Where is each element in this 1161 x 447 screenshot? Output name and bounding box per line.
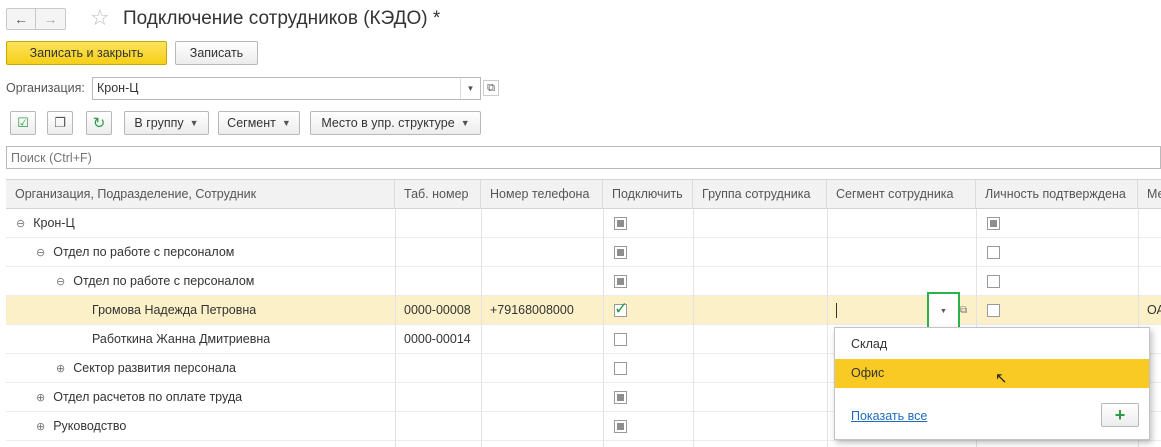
row-tab-number: 0000-00014 <box>404 332 471 346</box>
collapse-icon[interactable]: ⊖ <box>36 247 45 259</box>
segment-label: Сегмент <box>227 116 276 130</box>
chevron-down-icon: ▼ <box>460 118 470 128</box>
chevron-down-icon: ▼ <box>940 307 947 315</box>
text-cursor <box>836 303 837 318</box>
segment-dropdown-button[interactable]: ▼ <box>927 292 960 330</box>
plus-icon: + <box>1114 404 1126 425</box>
row-name: ⊕ Отдел расчетов по оплате труда <box>36 383 242 411</box>
row-name-text: Отдел по работе с персоналом <box>73 274 255 288</box>
show-all-link[interactable]: Показать все <box>851 409 927 423</box>
col-tab[interactable]: Таб. номер <box>395 180 481 209</box>
org-value: Крон-Ц <box>97 81 139 95</box>
verified-checkbox[interactable] <box>987 246 1000 259</box>
col-segment[interactable]: Сегмент сотрудника <box>827 180 976 209</box>
open-icon[interactable]: ⧉ <box>960 305 967 316</box>
add-button[interactable]: + <box>1101 403 1139 427</box>
connect-checkbox[interactable] <box>614 299 628 319</box>
col-group[interactable]: Группа сотрудника <box>693 180 827 209</box>
row-name: Громова Надежда Петровна <box>92 296 256 324</box>
to-group-button[interactable]: В группу ▼ <box>124 111 209 135</box>
arrow-left-icon: ← <box>14 11 28 27</box>
expand-icon[interactable]: ⊕ <box>36 392 45 404</box>
row-name-text: Отдел расчетов по оплате труда <box>53 390 243 404</box>
structure-place-label: Место в упр. структуре <box>321 116 455 130</box>
collapse-icon[interactable]: ⊖ <box>16 218 25 230</box>
org-label: Организация: <box>6 81 85 95</box>
table-row[interactable]: ⊖ Отдел по работе с персоналом <box>6 267 1161 296</box>
col-phone[interactable]: Номер телефона <box>481 180 603 209</box>
expand-icon[interactable]: ⊕ <box>56 363 65 375</box>
org-field[interactable]: Крон-Ц <box>92 77 481 100</box>
chevron-down-icon: ▼ <box>466 84 475 93</box>
connect-checkbox[interactable] <box>614 246 627 259</box>
col-verified[interactable]: Личность подтверждена <box>976 180 1138 209</box>
row-name-text: Крон-Ц <box>33 216 75 230</box>
row-name-text: Отдел по работе с персоналом <box>53 245 235 259</box>
to-group-label: В группу <box>134 116 184 130</box>
table-row[interactable]: ⊖ Крон-Ц <box>6 209 1161 238</box>
arrow-right-icon: → <box>43 11 58 27</box>
connect-checkbox[interactable] <box>614 217 627 230</box>
row-name: ⊖ Отдел по работе с персоналом <box>36 238 234 266</box>
row-name-text: Громова Надежда Петровна <box>92 303 257 317</box>
mouse-cursor-icon: ↖ <box>995 370 1008 387</box>
back-button[interactable]: ← <box>6 8 36 30</box>
connect-checkbox[interactable] <box>614 420 627 433</box>
check-all-icon: ☑ <box>17 115 29 130</box>
row-name: ⊕ Руководство <box>36 412 126 440</box>
structure-place-button[interactable]: Место в упр. структуре ▼ <box>310 111 481 135</box>
star-icon[interactable]: ☆ <box>90 5 110 31</box>
col-connect[interactable]: Подключить <box>603 180 693 209</box>
row-name-text: Работкина Жанна Дмитриевна <box>92 332 271 346</box>
verified-checkbox[interactable] <box>987 217 1000 230</box>
check-all-button[interactable]: ☑ <box>10 111 36 135</box>
segment-dropdown: Склад Офис ↖ Показать все + <box>834 327 1150 440</box>
segment-button[interactable]: Сегмент ▼ <box>218 111 300 135</box>
connect-checkbox[interactable] <box>614 275 627 288</box>
forward-button[interactable]: → <box>36 8 66 30</box>
refresh-icon: ↻ <box>92 115 106 132</box>
option-sklad[interactable]: Склад <box>835 330 1149 359</box>
connect-checkbox[interactable] <box>614 362 627 375</box>
org-open-button[interactable]: ⧉ <box>483 80 499 96</box>
table-row[interactable]: ⊖ Отдел по работе с персоналом <box>6 238 1161 267</box>
row-name-text: Руководство <box>53 419 127 433</box>
search-input[interactable] <box>6 146 1161 169</box>
row-tab-number: 0000-00008 <box>404 303 471 317</box>
col-org[interactable]: Организация, Подразделение, Сотрудник <box>6 180 395 209</box>
option-ofis[interactable]: Офис <box>835 359 1149 388</box>
row-name: Работкина Жанна Дмитриевна <box>92 325 270 353</box>
row-name-text: Сектор развития персонала <box>73 361 236 375</box>
row-name: ⊖ Отдел по работе с персоналом <box>56 267 254 295</box>
copy-icon: ❐ <box>54 115 66 130</box>
connect-checkbox[interactable] <box>614 333 627 346</box>
chevron-down-icon: ▼ <box>281 118 291 128</box>
save-button[interactable]: Записать <box>175 41 258 65</box>
save-close-button[interactable]: Записать и закрыть <box>6 41 167 65</box>
collapse-icon[interactable]: ⊖ <box>56 276 65 288</box>
verified-checkbox[interactable] <box>987 275 1000 288</box>
row-name: ⊕ Сектор развития персонала <box>56 354 236 382</box>
verified-checkbox[interactable] <box>987 304 1000 317</box>
page-title: Подключение сотрудников (КЭДО) * <box>123 8 441 29</box>
chevron-down-icon: ▼ <box>189 118 199 128</box>
expand-icon[interactable]: ⊕ <box>36 421 45 433</box>
row-extra: ОА <box>1147 303 1161 317</box>
row-name: ⊖ Крон-Ц <box>16 209 75 237</box>
table-header: Организация, Подразделение, Сотрудник Та… <box>6 179 1161 209</box>
row-phone: +79168008000 <box>490 303 574 317</box>
connect-checkbox[interactable] <box>614 391 627 404</box>
refresh-button[interactable]: ↻ <box>86 111 112 135</box>
open-icon: ⧉ <box>487 81 495 94</box>
org-dropdown-button[interactable]: ▼ <box>460 77 481 100</box>
table-row[interactable]: Громова Надежда Петровна 0000-00008 +79168… <box>6 296 1161 325</box>
col-more[interactable]: Ме <box>1138 180 1161 209</box>
copy-button[interactable]: ❐ <box>47 111 73 135</box>
